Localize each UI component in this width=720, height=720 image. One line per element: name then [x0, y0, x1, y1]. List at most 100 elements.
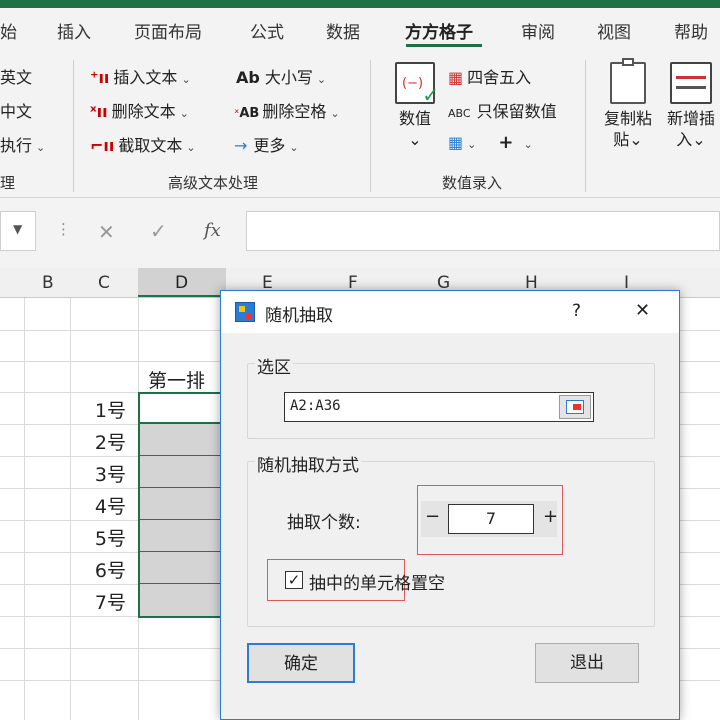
clear-cells-checkbox-label[interactable]: 抽中的单元格置空: [309, 569, 445, 594]
ribbon-partial-execute[interactable]: 执行 ⌄: [0, 132, 45, 156]
table-edit-icon: ▦: [448, 133, 464, 152]
count-input[interactable]: 7: [448, 504, 534, 534]
name-box[interactable]: ▼: [0, 211, 36, 251]
app-icon-cell: [239, 306, 245, 312]
confirm-icon[interactable]: ✓: [150, 219, 167, 243]
plus-icon: +: [498, 132, 514, 153]
new-insert-label-2: 入: [676, 130, 693, 149]
increment-button[interactable]: +: [543, 506, 558, 527]
clipboard-icon: [610, 58, 646, 104]
delete-space-icon-text: AB: [239, 106, 260, 121]
case-label: 大小写: [264, 68, 313, 87]
number-button[interactable]: (−) ✓ 数值 ⌄: [393, 62, 439, 150]
insert-function-icon[interactable]: fx: [204, 220, 221, 241]
new-insert-button[interactable]: 新增插 入⌄: [662, 62, 720, 150]
exit-button[interactable]: 退出: [535, 643, 639, 683]
cell-row-label[interactable]: 2号: [86, 428, 126, 455]
range-input[interactable]: A2:A36: [284, 392, 594, 422]
number-button-label: 数值: [398, 109, 431, 128]
insert-row-line: [676, 86, 706, 89]
active-cell-d[interactable]: [138, 392, 226, 424]
chevron-down-icon: ⌄: [36, 141, 46, 154]
chevron-down-icon: ⌄: [467, 138, 477, 151]
drag-handle-icon[interactable]: ⋮: [56, 220, 71, 238]
copy-paste-label-2: 贴: [613, 130, 630, 149]
cell-d-shaded[interactable]: [138, 520, 226, 552]
cell-row-label[interactable]: 3号: [86, 460, 126, 487]
app-icon-cell: [246, 313, 252, 319]
new-insert-label-1: 新增插: [666, 109, 715, 128]
cell-d-shaded[interactable]: [138, 424, 226, 456]
round-label: 四舍五入: [467, 68, 532, 87]
tab-view[interactable]: 视图: [597, 18, 631, 43]
tab-review[interactable]: 审阅: [521, 18, 555, 43]
keep-number-label: 只保留数值: [476, 102, 557, 121]
range-picker-button[interactable]: [559, 395, 591, 419]
ribbon-separator: [585, 60, 586, 192]
cell-d-shaded[interactable]: [138, 584, 226, 618]
round-icon: ▦: [448, 68, 464, 87]
keep-number-button[interactable]: ABC 只保留数值: [448, 98, 557, 122]
case-button[interactable]: Ab 大小写 ⌄: [236, 64, 326, 88]
count-stepper[interactable]: − 7 +: [421, 501, 558, 537]
check-icon: ✓: [422, 83, 439, 107]
selection-group-label: 选区: [255, 353, 293, 378]
help-icon[interactable]: ?: [572, 301, 581, 321]
number-icon: (−) ✓: [395, 62, 439, 106]
name-box-dropdown-icon[interactable]: ▼: [13, 222, 22, 236]
delete-text-icon: ˣıı: [90, 102, 108, 121]
formula-input[interactable]: [246, 211, 720, 251]
cut-text-button[interactable]: ⌐ıı 截取文本 ⌄: [90, 132, 196, 156]
cancel-icon[interactable]: ✕: [98, 220, 115, 244]
cell-row-label[interactable]: 7号: [86, 588, 126, 615]
decrement-button[interactable]: −: [425, 506, 440, 527]
delete-space-label: 删除空格: [262, 102, 327, 121]
ok-button[interactable]: 确定: [247, 643, 355, 683]
more-button[interactable]: → 更多 ⌄: [234, 132, 299, 156]
tab-help[interactable]: 帮助: [674, 18, 708, 43]
ribbon-partial-english[interactable]: 英文: [0, 64, 32, 88]
cell-row-label[interactable]: 5号: [86, 524, 126, 551]
tab-fangfangezi[interactable]: 方方格子: [405, 18, 473, 43]
range-picker-icon: [566, 400, 584, 414]
copy-paste-label-1: 复制粘: [603, 109, 652, 128]
dialog-title-bar[interactable]: 随机抽取 ? ✕: [221, 291, 679, 333]
delete-space-button[interactable]: ˣAB 删除空格 ⌄: [234, 98, 340, 122]
cell-d-shaded[interactable]: [138, 488, 226, 520]
table-tools-button[interactable]: ▦ ⌄ + ⌄: [448, 132, 533, 153]
cell-header-first-row[interactable]: 第一排: [148, 366, 205, 393]
cell-row-label[interactable]: 1号: [86, 396, 126, 423]
insert-text-button[interactable]: ⁺ıı 插入文本 ⌄: [90, 64, 191, 88]
delete-text-label: 删除文本: [111, 102, 176, 121]
chevron-down-icon: ⌄: [523, 138, 533, 151]
cell-d-shaded[interactable]: [138, 552, 226, 584]
ribbon-separator: [73, 60, 74, 192]
tab-data[interactable]: 数据: [326, 18, 360, 43]
cell-d-shaded[interactable]: [138, 456, 226, 488]
cell-row-label[interactable]: 6号: [86, 556, 126, 583]
tab-page-layout[interactable]: 页面布局: [134, 18, 202, 43]
selection-border: [138, 392, 140, 618]
close-icon[interactable]: ✕: [635, 300, 650, 321]
column-header-c[interactable]: C: [98, 273, 110, 293]
column-header-b[interactable]: B: [42, 273, 54, 293]
copy-paste-button[interactable]: 复制粘 贴⌄: [598, 58, 658, 150]
round-button[interactable]: ▦ 四舍五入: [448, 64, 531, 88]
tab-formulas[interactable]: 公式: [250, 18, 284, 43]
cut-text-label: 截取文本: [118, 136, 183, 155]
case-icon: Ab: [236, 68, 260, 87]
chevron-down-icon: ⌄: [289, 141, 299, 154]
column-header-d-selected[interactable]: D: [138, 268, 226, 297]
ribbon: 英文 中文 执行 ⌄ 理 ⁺ıı 插入文本 ⌄ ˣıı 删除文本 ⌄ ⌐ıı 截取文本 ⌄ A…: [0, 52, 720, 198]
delete-text-button[interactable]: ˣıı 删除文本 ⌄: [90, 98, 189, 122]
ribbon-partial-chinese[interactable]: 中文: [0, 98, 32, 122]
tab-insert[interactable]: 插入: [57, 18, 91, 43]
mode-group-label: 随机抽取方式: [255, 451, 361, 476]
clipboard-clip-icon: [622, 58, 634, 66]
cell-row-label[interactable]: 4号: [86, 492, 126, 519]
range-input-value: A2:A36: [290, 398, 341, 414]
tab-start[interactable]: 始: [0, 18, 17, 43]
clear-cells-checkbox[interactable]: ✓: [285, 571, 303, 589]
count-label: 抽取个数:: [287, 513, 361, 533]
insert-text-label: 插入文本: [113, 68, 178, 87]
